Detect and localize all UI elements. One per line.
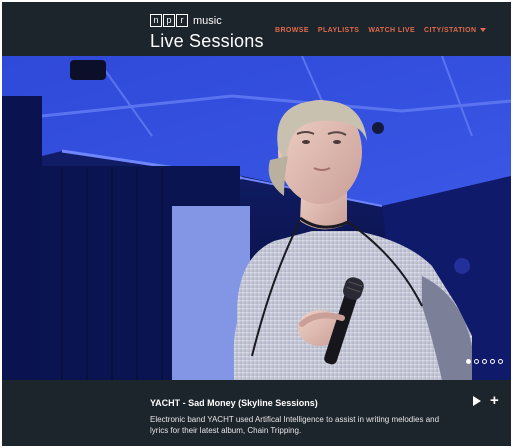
npr-wordmark: n p r music [150, 14, 264, 27]
npr-letter-p: p [163, 14, 175, 27]
session-caption: YACHT - Sad Money (Skyline Sessions) Ele… [2, 380, 511, 446]
nav-playlists[interactable]: PLAYLISTS [318, 27, 359, 34]
hero-photo [2, 56, 511, 380]
session-title[interactable]: YACHT - Sad Money (Skyline Sessions) [150, 398, 318, 408]
site-header: n p r music Live Sessions BROWSE PLAYLIS… [2, 2, 511, 56]
nav-browse[interactable]: BROWSE [275, 27, 309, 34]
slide-dot[interactable] [466, 359, 471, 364]
npr-letter-n: n [150, 14, 162, 27]
slide-indicators [466, 359, 503, 364]
npr-music-logo[interactable]: n p r music Live Sessions [150, 14, 264, 52]
npr-letter-r: r [176, 14, 188, 27]
nav-station-label: STATION [443, 27, 477, 34]
play-icon[interactable] [473, 396, 481, 406]
page-title: Live Sessions [150, 31, 264, 51]
nav-watch-live[interactable]: WATCH LIVE [368, 27, 415, 34]
music-label: music [193, 14, 222, 27]
nav-city-station-dropdown[interactable]: CITY/STATION [424, 27, 487, 34]
slide-dot[interactable] [490, 359, 495, 364]
main-nav: BROWSE PLAYLISTS WATCH LIVE CITY/STATION [275, 27, 487, 34]
hero-image-singer[interactable] [2, 56, 511, 380]
slide-dot[interactable] [474, 359, 479, 364]
session-description: Electronic band YACHT used Artifical Int… [150, 415, 440, 435]
caret-down-icon [480, 28, 487, 33]
slide-dot[interactable] [498, 359, 503, 364]
app-frame: n p r music Live Sessions BROWSE PLAYLIS… [2, 2, 511, 446]
nav-city-label: CITY [424, 27, 442, 34]
plus-icon[interactable]: + [490, 393, 499, 408]
slide-dot[interactable] [482, 359, 487, 364]
